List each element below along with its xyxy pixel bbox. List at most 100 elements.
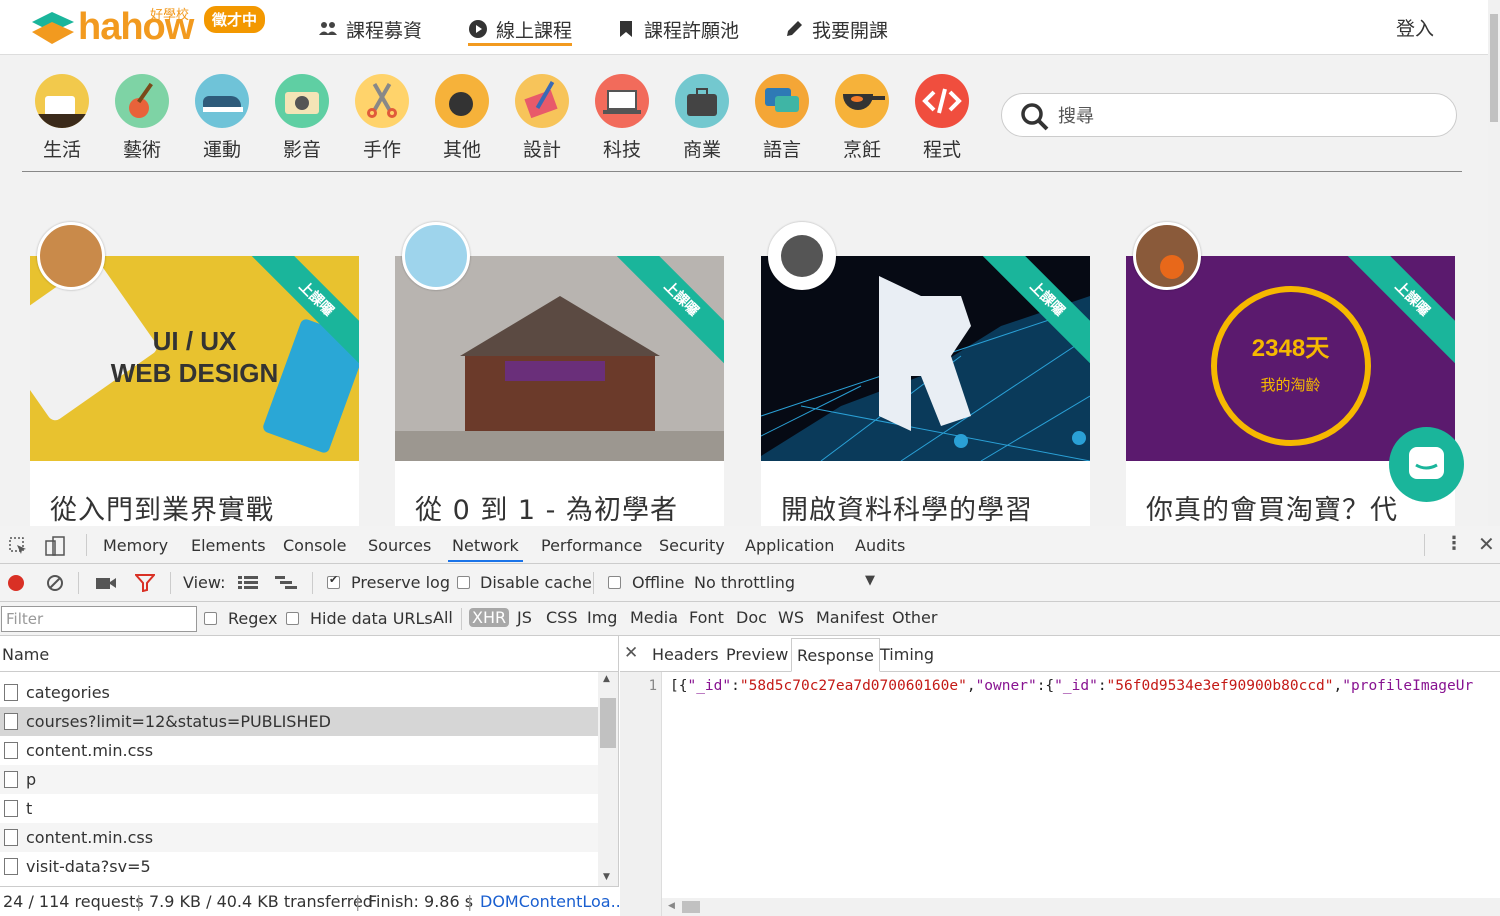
course-card[interactable]: UI / UX WEB DESIGN 上課囉 從入門到業界實戰 (30, 256, 359, 526)
scroll-up-icon[interactable]: ▲ (603, 674, 610, 684)
scroll-down-icon[interactable]: ▼ (603, 872, 610, 882)
login-link[interactable]: 登入 (1396, 14, 1434, 41)
scroll-left-icon[interactable]: ◀ (668, 901, 675, 911)
category-label: 科技 (602, 139, 641, 161)
inspect-element-icon[interactable] (8, 536, 28, 556)
request-row[interactable]: content.min.css (0, 823, 598, 852)
json-punct: [{ (670, 678, 688, 694)
instructor-avatar[interactable] (1133, 222, 1201, 290)
request-row[interactable]: t (0, 794, 598, 823)
category-cooking[interactable]: 烹飪 (832, 74, 892, 162)
category-business[interactable]: 商業 (672, 74, 732, 162)
filter-type-all[interactable]: All (433, 608, 453, 627)
filter-type-doc[interactable]: Doc (736, 608, 767, 627)
request-row[interactable]: visit-data?sv=5 (0, 852, 598, 881)
scrollbar-thumb[interactable] (600, 698, 616, 748)
nav-wishlist[interactable]: 課程許願池 (616, 14, 739, 44)
category-design[interactable]: 設計 (512, 74, 572, 162)
close-detail-icon[interactable]: ✕ (624, 643, 638, 663)
name-column-header[interactable]: Name (2, 645, 49, 664)
filter-input[interactable] (1, 606, 197, 632)
category-handmade[interactable]: 手作 (352, 74, 412, 162)
json-key: "owner" (975, 678, 1037, 694)
filter-type-manifest[interactable]: Manifest (816, 608, 884, 627)
hiring-badge[interactable]: 徵才中 (204, 6, 266, 33)
request-name: t (26, 799, 33, 818)
category-other[interactable]: 其他 (432, 74, 492, 162)
category-tech[interactable]: 科技 (592, 74, 652, 162)
horizontal-scrollbar[interactable]: ◀ (662, 898, 1500, 916)
request-row-selected[interactable]: courses?limit=12&status=PUBLISHED (0, 707, 598, 736)
record-icon[interactable] (8, 575, 24, 591)
category-media[interactable]: 影音 (272, 74, 332, 162)
hide-data-urls-checkbox[interactable] (286, 612, 299, 625)
requests-scrollbar[interactable]: ▲ ▼ (598, 672, 618, 886)
tab-console[interactable]: Console (283, 536, 347, 555)
category-life[interactable]: 生活 (32, 74, 92, 162)
filter-type-media[interactable]: Media (630, 608, 678, 627)
waterfall-icon[interactable] (275, 576, 297, 590)
nav-online-courses[interactable]: 線上課程 (468, 14, 573, 46)
request-name: categories (26, 683, 110, 702)
category-art[interactable]: 藝術 (112, 74, 172, 162)
laptop-icon (595, 74, 649, 128)
instructor-avatar[interactable] (37, 222, 105, 290)
request-row[interactable]: p (0, 765, 598, 794)
tab-application[interactable]: Application (745, 536, 834, 555)
disable-cache-checkbox[interactable] (457, 576, 470, 589)
filter-type-css[interactable]: CSS (546, 608, 577, 627)
filter-type-img[interactable]: Img (587, 608, 617, 627)
instructor-avatar[interactable] (402, 222, 470, 290)
scrollbar-thumb[interactable] (1490, 14, 1498, 122)
nav-crowdfunding[interactable]: 課程募資 (318, 14, 422, 44)
filter-type-xhr[interactable]: XHR (469, 608, 510, 627)
filter-icon[interactable] (135, 574, 155, 592)
page-scrollbar[interactable] (1488, 0, 1500, 526)
tab-performance[interactable]: Performance (541, 536, 642, 555)
category-language[interactable]: 語言 (752, 74, 812, 162)
category-programming[interactable]: 程式 (912, 74, 972, 162)
filter-type-ws[interactable]: WS (778, 608, 804, 627)
offline-checkbox[interactable] (608, 576, 621, 589)
capture-screenshots-icon[interactable] (95, 575, 117, 591)
search-input[interactable] (1058, 102, 1438, 130)
more-options-icon[interactable]: ⋮ (1445, 533, 1463, 554)
tab-audits[interactable]: Audits (855, 536, 905, 555)
guitar-icon (115, 74, 169, 128)
request-row[interactable]: categories (0, 678, 598, 707)
tab-preview[interactable]: Preview (726, 645, 788, 664)
throttling-select[interactable]: No throttling (694, 573, 795, 592)
device-toolbar-icon[interactable] (44, 535, 66, 557)
tab-sources[interactable]: Sources (368, 536, 431, 555)
tab-response[interactable]: Response (791, 638, 880, 672)
filter-type-js[interactable]: JS (517, 608, 532, 627)
scrollbar-thumb[interactable] (682, 901, 700, 913)
dom-content-loaded: DOMContentLoa... (480, 892, 626, 911)
preserve-log-label: Preserve log (351, 573, 450, 592)
category-label: 語言 (762, 139, 801, 161)
preserve-log-checkbox[interactable] (327, 573, 340, 589)
chat-button[interactable] (1389, 427, 1464, 502)
devtools-tab-bar: Memory Elements Console Sources Network … (0, 526, 1500, 564)
response-body[interactable]: [{"_id":"58d5c70c27ea7d070060160e","owne… (670, 678, 1473, 694)
large-rows-icon[interactable] (238, 576, 258, 590)
dropdown-arrow-icon[interactable]: ▼ (865, 573, 875, 588)
course-card[interactable]: 上課囉 從 0 到 1 - 為初學者 (395, 256, 724, 526)
tab-memory[interactable]: Memory (103, 536, 168, 555)
filter-type-font[interactable]: Font (689, 608, 724, 627)
tab-network[interactable]: Network (448, 536, 523, 562)
filter-type-other[interactable]: Other (892, 608, 937, 627)
close-devtools-icon[interactable]: ✕ (1478, 532, 1495, 556)
clear-icon[interactable] (46, 574, 64, 592)
tab-elements[interactable]: Elements (191, 536, 266, 555)
course-card[interactable]: 上課囉 開啟資料科學的學習 (761, 256, 1090, 526)
nav-teach[interactable]: 我要開課 (784, 14, 888, 44)
tab-timing[interactable]: Timing (880, 645, 934, 664)
request-row[interactable]: content.min.css (0, 736, 598, 765)
tab-headers[interactable]: Headers (652, 645, 719, 664)
hahow-logo[interactable]: hahow 好學校 徵才中 (28, 4, 273, 48)
instructor-avatar[interactable] (768, 222, 836, 290)
category-sports[interactable]: 運動 (192, 74, 252, 162)
regex-checkbox[interactable] (204, 612, 217, 625)
tab-security[interactable]: Security (659, 536, 725, 555)
